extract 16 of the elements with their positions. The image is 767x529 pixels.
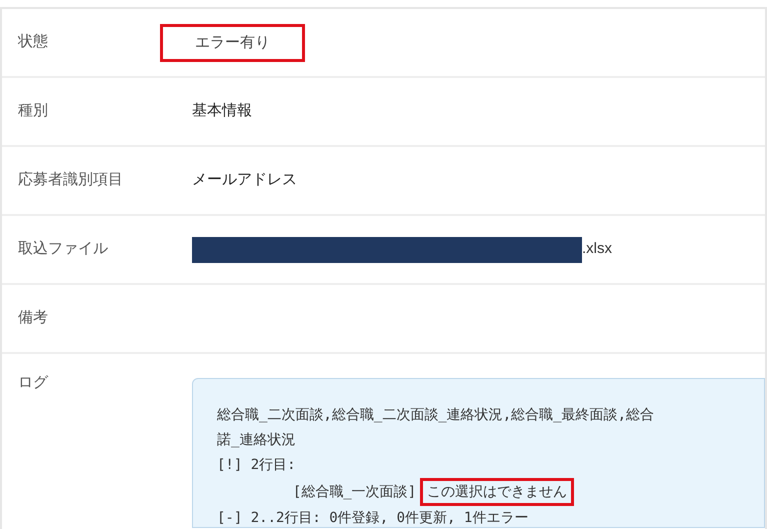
field-label: 取込ファイル xyxy=(17,239,109,260)
field-label: 備考 xyxy=(17,308,49,328)
file-extension: .xlsx xyxy=(582,239,612,260)
field-label: 状態 xyxy=(16,32,49,52)
log-text: この選択はできません xyxy=(420,478,574,506)
log-text: 諾_連絡状況 xyxy=(217,431,296,450)
field-label: 種別 xyxy=(17,101,49,122)
field-label: 応募者識別項目 xyxy=(17,170,124,190)
log-text: [-] 2..2行目: 0件登録, 0件更新, 1件エラー xyxy=(217,509,528,527)
log-text: [総合職_一次面談] xyxy=(292,482,416,502)
field-value: 基本情報 xyxy=(192,101,252,122)
field-label: ログ xyxy=(17,373,50,393)
field-value: エラー有り xyxy=(195,34,270,50)
log-text: [!] 2行目: xyxy=(217,456,296,475)
log-text: 総合職_二次面談,総合職_二次面談_連絡状況,総合職_最終面談,総合 xyxy=(217,406,654,425)
field-value: メールアドレス xyxy=(192,170,297,190)
